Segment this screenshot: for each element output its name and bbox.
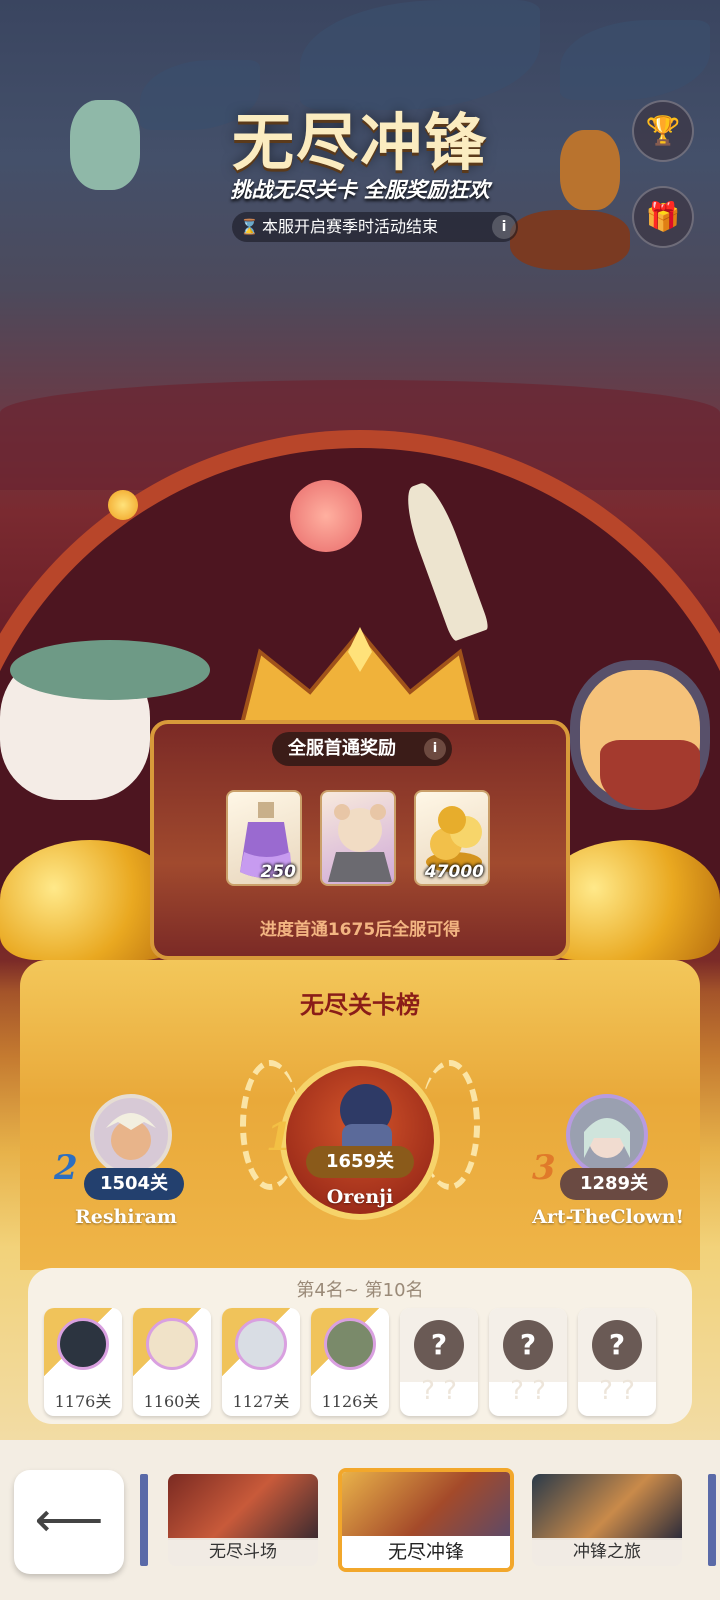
rank2-player-name: Reshiram [74,1206,178,1228]
elf-avatar-icon [106,1113,156,1160]
hourglass-icon: ⌛ [240,218,259,236]
reward-amount: 250 [260,862,297,882]
back-button[interactable]: ⟵ [14,1470,124,1574]
player-avatar [146,1318,198,1370]
rank3-player-name: Art-TheClown! [532,1206,684,1228]
rank2-score: 1504关 [84,1168,184,1200]
trophy-icon: 🏆 [645,114,681,147]
staff-orb [290,480,362,552]
reward-item-avatar[interactable] [320,790,396,886]
hamster-avatar-icon [328,804,392,882]
question-pattern-icon: ? ? [421,1376,457,1406]
page-title: 无尽冲锋 [231,106,488,179]
reward-item-potion[interactable]: 250 [226,790,302,886]
season-note-text: 本服开启赛季时活动结束 [262,217,439,236]
tab-charge-journey[interactable]: 冲锋之旅 [532,1474,682,1566]
player-avatar [235,1318,287,1370]
rank-card-locked: ? ? ? [400,1308,478,1416]
rank-card[interactable]: 1176关 [44,1308,122,1416]
question-mark-icon: ? [503,1320,553,1370]
rank-card-score: 1160关 [143,1392,201,1411]
first-clear-title: 全服首通奖励 i [272,732,452,766]
tab-edge-decoration [140,1474,148,1566]
lantern-glow [108,490,138,520]
gift-icon: 🎁 [645,200,681,233]
rank1-number: 1 [266,1114,293,1159]
leaf-decoration [560,20,710,100]
rank3-number: 3 [532,1148,556,1188]
rank-card[interactable]: 1160关 [133,1308,211,1416]
first-clear-title-text: 全服首通奖励 [288,738,396,759]
question-pattern-icon: ? ? [510,1376,546,1406]
page-subtitle: 挑战无尽关卡 全服奖励狂欢 [230,178,490,202]
rank2-avatar[interactable] [90,1094,172,1176]
clown-avatar-icon [584,1118,630,1158]
season-note: ⌛ 本服开启赛季时活动结束 i [232,212,518,242]
rank1-player-name: Orenji [326,1186,394,1208]
chest-crown-ornament [240,627,480,732]
tab-endless-arena[interactable]: 无尽斗场 [168,1474,318,1566]
rank-card-locked: ? ? ? [578,1308,656,1416]
rank1-score: 1659关 [306,1146,414,1178]
rank-card-locked: ? ? ? [489,1308,567,1416]
back-arrow-icon: ⟵ [34,1492,104,1548]
rank-card-score: 1176关 [54,1392,112,1411]
wolf-creature [510,210,630,270]
tab-art [168,1474,318,1540]
question-mark-icon: ? [414,1320,464,1370]
question-pattern-icon: ? ? [599,1376,635,1406]
rank-card[interactable]: 1127关 [222,1308,300,1416]
lower-ranks-title: 第4名~ 第10名 [296,1280,424,1301]
tab-art [532,1474,682,1540]
tab-label: 冲锋之旅 [532,1538,682,1566]
info-icon[interactable]: i [424,738,446,760]
player-avatar [57,1318,109,1370]
tab-label: 无尽冲锋 [342,1536,510,1568]
tab-edge-decoration [708,1474,716,1566]
rank3-score: 1289关 [560,1168,668,1200]
rank2-number: 2 [54,1148,78,1188]
tab-art [342,1472,510,1542]
wizard-hat [10,640,210,700]
rank-card[interactable]: 1126关 [311,1308,389,1416]
question-mark-icon: ? [592,1320,642,1370]
leaderboard-title: 无尽关卡榜 [300,991,420,1019]
leaderboard-trophy-button[interactable]: 🏆 [632,100,694,162]
red-scarf [600,740,700,810]
reward-amount: 47000 [424,862,484,882]
rank3-avatar[interactable] [566,1094,648,1176]
tab-label: 无尽斗场 [168,1538,318,1566]
info-icon[interactable]: i [492,215,516,239]
reward-item-coins[interactable]: 47000 [414,790,490,886]
tab-endless-charge[interactable]: 无尽冲锋 [338,1468,514,1572]
first-clear-unlock-text: 进度首通1675后全服可得 [259,920,461,940]
rank-card-score: 1126关 [321,1392,379,1411]
rewards-gift-button[interactable]: 🎁 [632,186,694,248]
rank-card-score: 1127关 [232,1392,290,1411]
player-avatar [324,1318,376,1370]
